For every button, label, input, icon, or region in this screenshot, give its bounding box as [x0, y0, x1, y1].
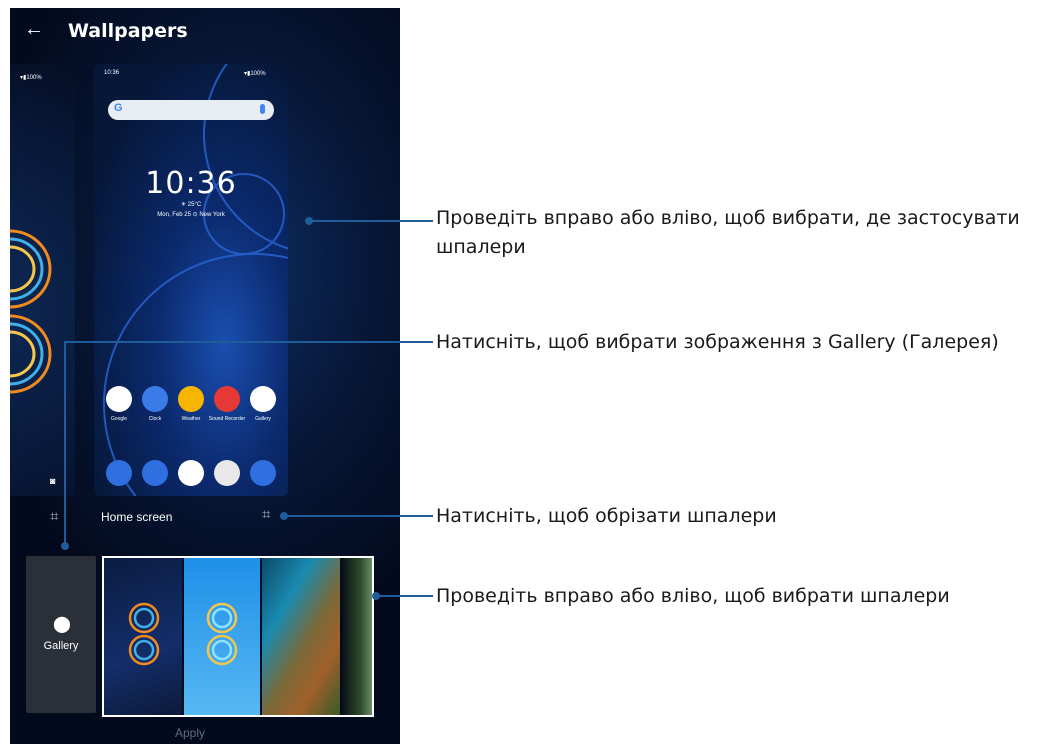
- crop-icon[interactable]: ⌗: [50, 508, 58, 525]
- sound-recorder-icon: [214, 386, 240, 412]
- phone-screen: ← Wallpapers ▾▮100% ◙ ⌗ 10:36 ▾▮100% G 1…: [10, 8, 400, 744]
- home-screen-preview[interactable]: 10:36 ▾▮100% G 10:36 ☀ 25°C Mon, Feb 25 …: [94, 64, 288, 496]
- callout-line: [309, 220, 433, 222]
- wallpaper-thumb[interactable]: [262, 558, 340, 715]
- callout-line: [376, 595, 433, 597]
- app-label: Clock: [148, 416, 162, 422]
- clock-widget: 10:36: [145, 166, 237, 201]
- callout-line: [284, 515, 433, 517]
- app-label: Google: [110, 416, 128, 422]
- app-label: Sound Recorder: [208, 416, 246, 422]
- camera-icon: ◙: [50, 476, 56, 486]
- status-bar: ▾▮100%: [20, 75, 42, 81]
- crop-icon[interactable]: ⌗: [262, 506, 270, 523]
- wallpaper-arcs: [103, 64, 288, 496]
- back-arrow-icon[interactable]: ←: [24, 18, 44, 41]
- gallery-label: Gallery: [43, 640, 79, 652]
- callout-dot: [61, 542, 69, 550]
- app-label: Gallery: [255, 416, 271, 422]
- callout-line: [64, 341, 433, 343]
- page-title: Wallpapers: [68, 20, 188, 42]
- status-icons: ▾▮100%: [244, 71, 266, 77]
- wallpaper-thumb[interactable]: [342, 558, 372, 715]
- chrome-icon: [214, 460, 240, 486]
- callout-gallery: Натисніть, щоб вибрати зображення з Gall…: [436, 331, 999, 353]
- callout-line: [64, 341, 66, 545]
- gallery-button[interactable]: ⬤ Gallery: [26, 556, 96, 713]
- home-screen-label: Home screen: [101, 510, 173, 524]
- date-location: Mon, Feb 25 ⊙ New York: [157, 212, 225, 218]
- weather-widget: ☀ 25°C: [180, 202, 202, 208]
- messages-icon: [142, 460, 168, 486]
- mic-icon: [260, 104, 265, 114]
- wallpaper-thumbnails[interactable]: [102, 556, 374, 717]
- wallpaper-art: [10, 229, 52, 394]
- camera-app-icon: [250, 460, 276, 486]
- phone-icon: [106, 460, 132, 486]
- gallery-app-icon: [250, 386, 276, 412]
- google-search-bar[interactable]: G: [108, 100, 274, 120]
- gallery-icon: ⬤: [53, 616, 71, 633]
- wallpaper-thumb[interactable]: [184, 558, 260, 715]
- clock-icon: [142, 386, 168, 412]
- google-icon: G: [114, 102, 123, 114]
- app-label: Weather: [181, 416, 201, 422]
- google-folder-icon: [106, 386, 132, 412]
- callout-crop: Натисніть, щоб обрізати шпалери: [436, 505, 777, 527]
- status-time: 10:36: [104, 70, 120, 76]
- app-bar: ← Wallpapers: [10, 8, 400, 54]
- callout-swipe-wallpaper: Проведіть вправо або вліво, щоб вибрати …: [436, 585, 950, 607]
- weather-icon: [178, 386, 204, 412]
- apply-button[interactable]: Apply: [10, 726, 370, 740]
- play-store-icon: [178, 460, 204, 486]
- wallpaper-thumb[interactable]: [104, 558, 182, 715]
- callout-swipe-where: Проведіть вправо або вліво, щоб вибрати,…: [436, 207, 1020, 258]
